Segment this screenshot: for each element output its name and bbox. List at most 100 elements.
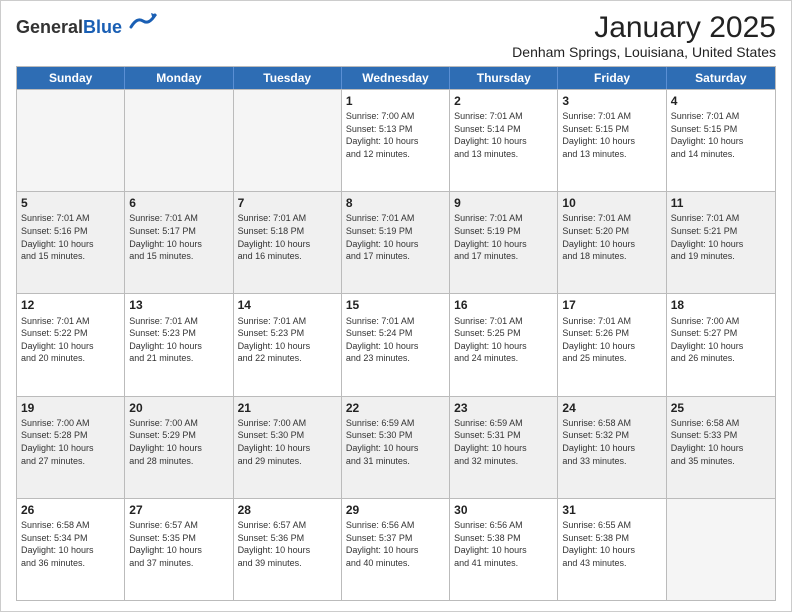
cal-cell: 23Sunrise: 6:59 AMSunset: 5:31 PMDayligh… [450, 397, 558, 498]
cal-cell [17, 90, 125, 191]
day-number: 15 [346, 297, 445, 313]
cell-info: Sunrise: 7:00 AMSunset: 5:13 PMDaylight:… [346, 110, 445, 160]
calendar: SundayMondayTuesdayWednesdayThursdayFrid… [16, 66, 776, 601]
cell-info: Sunrise: 7:01 AMSunset: 5:23 PMDaylight:… [238, 315, 337, 365]
cell-info: Sunrise: 7:01 AMSunset: 5:16 PMDaylight:… [21, 212, 120, 262]
day-number: 23 [454, 400, 553, 416]
logo-blue-text: Blue [83, 17, 122, 37]
location: Denham Springs, Louisiana, United States [512, 44, 776, 60]
cal-cell: 7Sunrise: 7:01 AMSunset: 5:18 PMDaylight… [234, 192, 342, 293]
day-number: 16 [454, 297, 553, 313]
day-number: 4 [671, 93, 771, 109]
header-day-wednesday: Wednesday [342, 67, 450, 89]
header-day-tuesday: Tuesday [234, 67, 342, 89]
cell-info: Sunrise: 6:56 AMSunset: 5:37 PMDaylight:… [346, 519, 445, 569]
cell-info: Sunrise: 6:59 AMSunset: 5:31 PMDaylight:… [454, 417, 553, 467]
logo-general-text: General [16, 17, 83, 37]
day-number: 26 [21, 502, 120, 518]
cal-cell [234, 90, 342, 191]
day-number: 8 [346, 195, 445, 211]
cell-info: Sunrise: 7:01 AMSunset: 5:19 PMDaylight:… [454, 212, 553, 262]
cell-info: Sunrise: 7:01 AMSunset: 5:24 PMDaylight:… [346, 315, 445, 365]
cell-info: Sunrise: 7:00 AMSunset: 5:27 PMDaylight:… [671, 315, 771, 365]
cell-info: Sunrise: 7:01 AMSunset: 5:14 PMDaylight:… [454, 110, 553, 160]
cell-info: Sunrise: 7:01 AMSunset: 5:26 PMDaylight:… [562, 315, 661, 365]
cell-info: Sunrise: 7:01 AMSunset: 5:18 PMDaylight:… [238, 212, 337, 262]
cal-cell: 15 Sunrise: 7:01 AMSunset: 5:24 PMDayligh… [342, 294, 450, 395]
cal-cell: 18 Sunrise: 7:00 AMSunset: 5:27 PMDayligh… [667, 294, 775, 395]
cal-cell: 25Sunrise: 6:58 AMSunset: 5:33 PMDayligh… [667, 397, 775, 498]
cal-cell: 30Sunrise: 6:56 AMSunset: 5:38 PMDayligh… [450, 499, 558, 600]
day-number: 9 [454, 195, 553, 211]
title-block: January 2025 Denham Springs, Louisiana, … [512, 11, 776, 60]
cal-cell [125, 90, 233, 191]
day-number: 3 [562, 93, 661, 109]
header-day-saturday: Saturday [667, 67, 775, 89]
cal-cell: 21Sunrise: 7:00 AMSunset: 5:30 PMDayligh… [234, 397, 342, 498]
cal-cell: 17 Sunrise: 7:01 AMSunset: 5:26 PMDayligh… [558, 294, 666, 395]
cell-info: Sunrise: 6:58 AMSunset: 5:32 PMDaylight:… [562, 417, 661, 467]
cal-cell: 10Sunrise: 7:01 AMSunset: 5:20 PMDayligh… [558, 192, 666, 293]
day-number: 14 [238, 297, 337, 313]
day-number: 21 [238, 400, 337, 416]
day-number: 18 [671, 297, 771, 313]
day-number: 24 [562, 400, 661, 416]
cell-info: Sunrise: 7:01 AMSunset: 5:15 PMDaylight:… [671, 110, 771, 160]
cal-cell: 29Sunrise: 6:56 AMSunset: 5:37 PMDayligh… [342, 499, 450, 600]
cal-cell: 6Sunrise: 7:01 AMSunset: 5:17 PMDaylight… [125, 192, 233, 293]
day-number: 7 [238, 195, 337, 211]
cell-info: Sunrise: 7:00 AMSunset: 5:28 PMDaylight:… [21, 417, 120, 467]
header-day-friday: Friday [558, 67, 666, 89]
day-number: 10 [562, 195, 661, 211]
cell-info: Sunrise: 7:01 AMSunset: 5:22 PMDaylight:… [21, 315, 120, 365]
week-row-4: 19Sunrise: 7:00 AMSunset: 5:28 PMDayligh… [17, 396, 775, 498]
cell-info: Sunrise: 7:01 AMSunset: 5:20 PMDaylight:… [562, 212, 661, 262]
cal-cell: 2Sunrise: 7:01 AMSunset: 5:14 PMDaylight… [450, 90, 558, 191]
cal-cell: 5Sunrise: 7:01 AMSunset: 5:16 PMDaylight… [17, 192, 125, 293]
cell-info: Sunrise: 6:59 AMSunset: 5:30 PMDaylight:… [346, 417, 445, 467]
day-number: 1 [346, 93, 445, 109]
day-number: 12 [21, 297, 120, 313]
cal-cell: 28Sunrise: 6:57 AMSunset: 5:36 PMDayligh… [234, 499, 342, 600]
page: GeneralBlue January 2025 Denham Springs,… [0, 0, 792, 612]
month-title: January 2025 [512, 11, 776, 44]
cal-cell: 20Sunrise: 7:00 AMSunset: 5:29 PMDayligh… [125, 397, 233, 498]
day-number: 27 [129, 502, 228, 518]
day-number: 17 [562, 297, 661, 313]
header-day-sunday: Sunday [17, 67, 125, 89]
day-number: 29 [346, 502, 445, 518]
cal-cell: 31Sunrise: 6:55 AMSunset: 5:38 PMDayligh… [558, 499, 666, 600]
cal-cell: 3Sunrise: 7:01 AMSunset: 5:15 PMDaylight… [558, 90, 666, 191]
cal-cell: 13Sunrise: 7:01 AMSunset: 5:23 PMDayligh… [125, 294, 233, 395]
cell-info: Sunrise: 6:57 AMSunset: 5:35 PMDaylight:… [129, 519, 228, 569]
day-number: 20 [129, 400, 228, 416]
day-number: 6 [129, 195, 228, 211]
cell-info: Sunrise: 6:58 AMSunset: 5:34 PMDaylight:… [21, 519, 120, 569]
cal-cell: 24Sunrise: 6:58 AMSunset: 5:32 PMDayligh… [558, 397, 666, 498]
week-row-5: 26Sunrise: 6:58 AMSunset: 5:34 PMDayligh… [17, 498, 775, 600]
cell-info: Sunrise: 7:01 AMSunset: 5:23 PMDaylight:… [129, 315, 228, 365]
cell-info: Sunrise: 7:00 AMSunset: 5:29 PMDaylight:… [129, 417, 228, 467]
cell-info: Sunrise: 7:01 AMSunset: 5:21 PMDaylight:… [671, 212, 771, 262]
week-row-3: 12 Sunrise: 7:01 AMSunset: 5:22 PMDayligh… [17, 293, 775, 395]
cell-info: Sunrise: 7:00 AMSunset: 5:30 PMDaylight:… [238, 417, 337, 467]
calendar-body: 1Sunrise: 7:00 AMSunset: 5:13 PMDaylight… [17, 89, 775, 600]
logo: GeneralBlue [16, 15, 157, 38]
cell-info: Sunrise: 6:57 AMSunset: 5:36 PMDaylight:… [238, 519, 337, 569]
day-number: 2 [454, 93, 553, 109]
day-number: 22 [346, 400, 445, 416]
cal-cell: 22Sunrise: 6:59 AMSunset: 5:30 PMDayligh… [342, 397, 450, 498]
day-number: 28 [238, 502, 337, 518]
header-day-thursday: Thursday [450, 67, 558, 89]
day-number: 30 [454, 502, 553, 518]
cell-info: Sunrise: 6:55 AMSunset: 5:38 PMDaylight:… [562, 519, 661, 569]
day-number: 31 [562, 502, 661, 518]
cal-cell: 16 Sunrise: 7:01 AMSunset: 5:25 PMDayligh… [450, 294, 558, 395]
cal-cell: 26Sunrise: 6:58 AMSunset: 5:34 PMDayligh… [17, 499, 125, 600]
cell-info: Sunrise: 6:58 AMSunset: 5:33 PMDaylight:… [671, 417, 771, 467]
cal-cell: 12 Sunrise: 7:01 AMSunset: 5:22 PMDayligh… [17, 294, 125, 395]
cal-cell: 1Sunrise: 7:00 AMSunset: 5:13 PMDaylight… [342, 90, 450, 191]
cell-info: Sunrise: 7:01 AMSunset: 5:25 PMDaylight:… [454, 315, 553, 365]
week-row-2: 5Sunrise: 7:01 AMSunset: 5:16 PMDaylight… [17, 191, 775, 293]
cal-cell [667, 499, 775, 600]
